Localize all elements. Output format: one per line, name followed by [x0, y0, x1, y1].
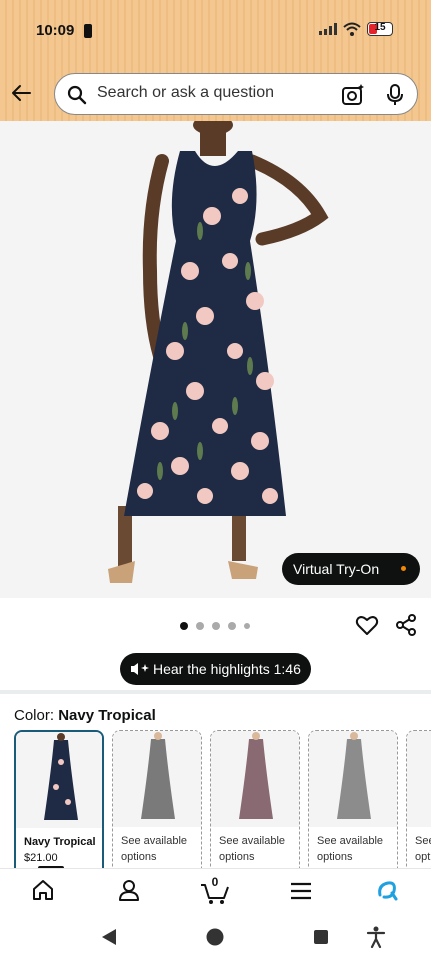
- swatch-text-line1: See available: [317, 835, 384, 847]
- swatch-image: [407, 731, 431, 827]
- cart-icon: [201, 884, 229, 904]
- cart-button[interactable]: 0: [200, 875, 230, 905]
- swatch-image: [113, 731, 201, 827]
- color-swatch-option-2[interactable]: See available options: [112, 730, 202, 870]
- hear-highlights-label: Hear the highlights 1:46: [153, 661, 301, 677]
- wifi-icon: [343, 22, 361, 36]
- model-dress-image: [108, 121, 329, 583]
- swatch-image: [211, 731, 299, 827]
- status-time: 10:09: [36, 22, 75, 39]
- battery-level: 15: [374, 22, 386, 33]
- color-swatch-navy-tropical[interactable]: Navy Tropical $21.00: [14, 730, 104, 870]
- search-icon[interactable]: [67, 85, 87, 105]
- audio-sparkle-icon: [131, 663, 149, 675]
- recents-square-icon[interactable]: [313, 929, 329, 945]
- selected-color-name: Navy Tropical: [58, 707, 156, 724]
- color-label-prefix: Color:: [14, 707, 59, 724]
- swatch-text-line2: options: [219, 851, 255, 863]
- swatch-image: [16, 732, 102, 828]
- menu-icon[interactable]: [290, 882, 312, 900]
- hear-highlights-button[interactable]: Hear the highlights 1:46: [120, 653, 311, 685]
- home-icon[interactable]: [32, 879, 54, 901]
- accessibility-icon[interactable]: [366, 926, 386, 948]
- home-circle-icon[interactable]: [205, 927, 225, 947]
- battery-saver-icon: [84, 24, 92, 38]
- carousel-dot[interactable]: [228, 622, 236, 630]
- camera-search-icon[interactable]: [341, 83, 365, 107]
- carousel-dot[interactable]: [196, 622, 204, 630]
- search-input[interactable]: [95, 83, 329, 103]
- battery-icon: 15: [367, 22, 393, 36]
- signal-icon: [319, 23, 337, 35]
- swatch-name: Navy Tropical: [24, 836, 96, 848]
- swatch-image: [309, 731, 397, 827]
- heart-icon[interactable]: [355, 613, 379, 637]
- swatch-price: $21.00: [24, 852, 58, 864]
- virtual-try-on-label: Virtual Try-On: [293, 561, 380, 577]
- search-bar[interactable]: [54, 73, 418, 115]
- swatch-text-line2: options: [121, 851, 157, 863]
- system-nav-bar: [0, 914, 431, 960]
- carousel-dot[interactable]: [244, 623, 250, 629]
- section-divider: [0, 690, 431, 694]
- rufus-icon[interactable]: [376, 879, 398, 901]
- swatch-text-line1: See: [415, 835, 431, 847]
- product-image[interactable]: [0, 121, 431, 598]
- back-arrow-icon[interactable]: [10, 82, 32, 104]
- color-swatch-option-4[interactable]: See available options: [308, 730, 398, 870]
- status-icons: 15: [319, 22, 393, 36]
- color-swatch-option-3[interactable]: See available options: [210, 730, 300, 870]
- account-icon[interactable]: [118, 879, 140, 901]
- color-swatch-option-5[interactable]: See opt: [406, 730, 431, 870]
- carousel-dot[interactable]: [212, 622, 220, 630]
- carousel-dot[interactable]: [180, 622, 188, 630]
- color-label: Color: Navy Tropical: [14, 707, 156, 724]
- swatch-text-line2: opt: [415, 851, 431, 863]
- app-header: 10:09 15: [0, 0, 431, 121]
- mic-icon[interactable]: [385, 83, 405, 107]
- bottom-nav: 0: [0, 868, 431, 915]
- try-on-indicator-icon: [401, 566, 406, 571]
- share-icon[interactable]: [394, 613, 418, 637]
- image-carousel-dots[interactable]: [180, 622, 250, 630]
- swatch-text-line1: See available: [121, 835, 188, 847]
- back-triangle-icon[interactable]: [101, 928, 117, 946]
- swatch-text-line2: options: [317, 851, 353, 863]
- swatch-text-line1: See available: [219, 835, 286, 847]
- virtual-try-on-button[interactable]: Virtual Try-On: [282, 553, 420, 585]
- color-swatches: Navy Tropical $21.00 See available optio…: [14, 730, 431, 870]
